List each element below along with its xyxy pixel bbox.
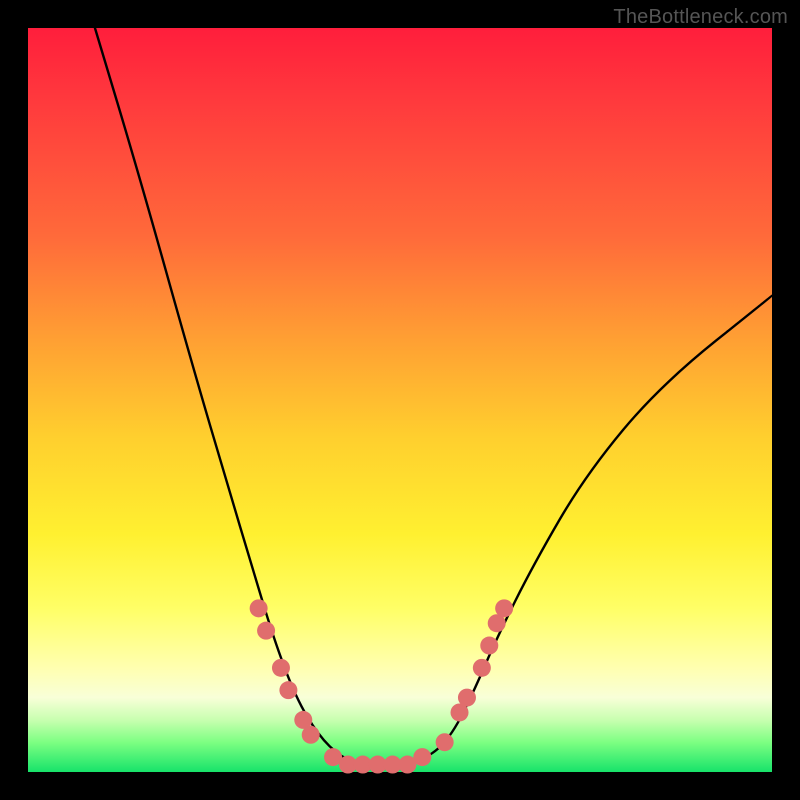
bottleneck-curve: [95, 28, 772, 765]
chart-frame: TheBottleneck.com: [0, 0, 800, 800]
marker-dot: [302, 726, 320, 744]
marker-dot: [458, 689, 476, 707]
marker-dot: [272, 659, 290, 677]
marker-dot: [436, 733, 454, 751]
marker-dot: [495, 599, 513, 617]
marker-group: [250, 599, 514, 773]
marker-dot: [250, 599, 268, 617]
marker-dot: [257, 622, 275, 640]
watermark-text: TheBottleneck.com: [613, 6, 788, 29]
marker-dot: [413, 748, 431, 766]
curve-svg: [28, 28, 772, 772]
marker-dot: [473, 659, 491, 677]
marker-dot: [279, 681, 297, 699]
plot-area: [28, 28, 772, 772]
marker-dot: [480, 637, 498, 655]
